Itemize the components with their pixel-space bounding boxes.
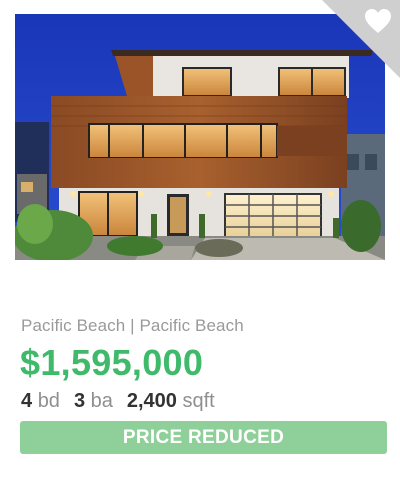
baths-unit: ba [90,390,113,412]
listing-price: $1,595,000 [20,342,204,383]
favorite-corner[interactable] [322,0,400,78]
sqft-count: 2,400 [126,390,177,412]
listing-location: Pacific Beach | Pacific Beach [21,316,244,335]
price-reduced-badge: PRICE REDUCED [20,421,387,454]
listing-specs: 4 bd 3 ba 2,400 sqft [21,390,215,413]
baths-count: 3 [73,390,86,412]
beds-count: 4 [21,390,33,412]
beds-unit: bd [37,390,60,412]
listing-card[interactable]: Pacific Beach | Pacific Beach $1,595,000… [0,0,400,481]
sqft-unit: sqft [182,390,215,412]
